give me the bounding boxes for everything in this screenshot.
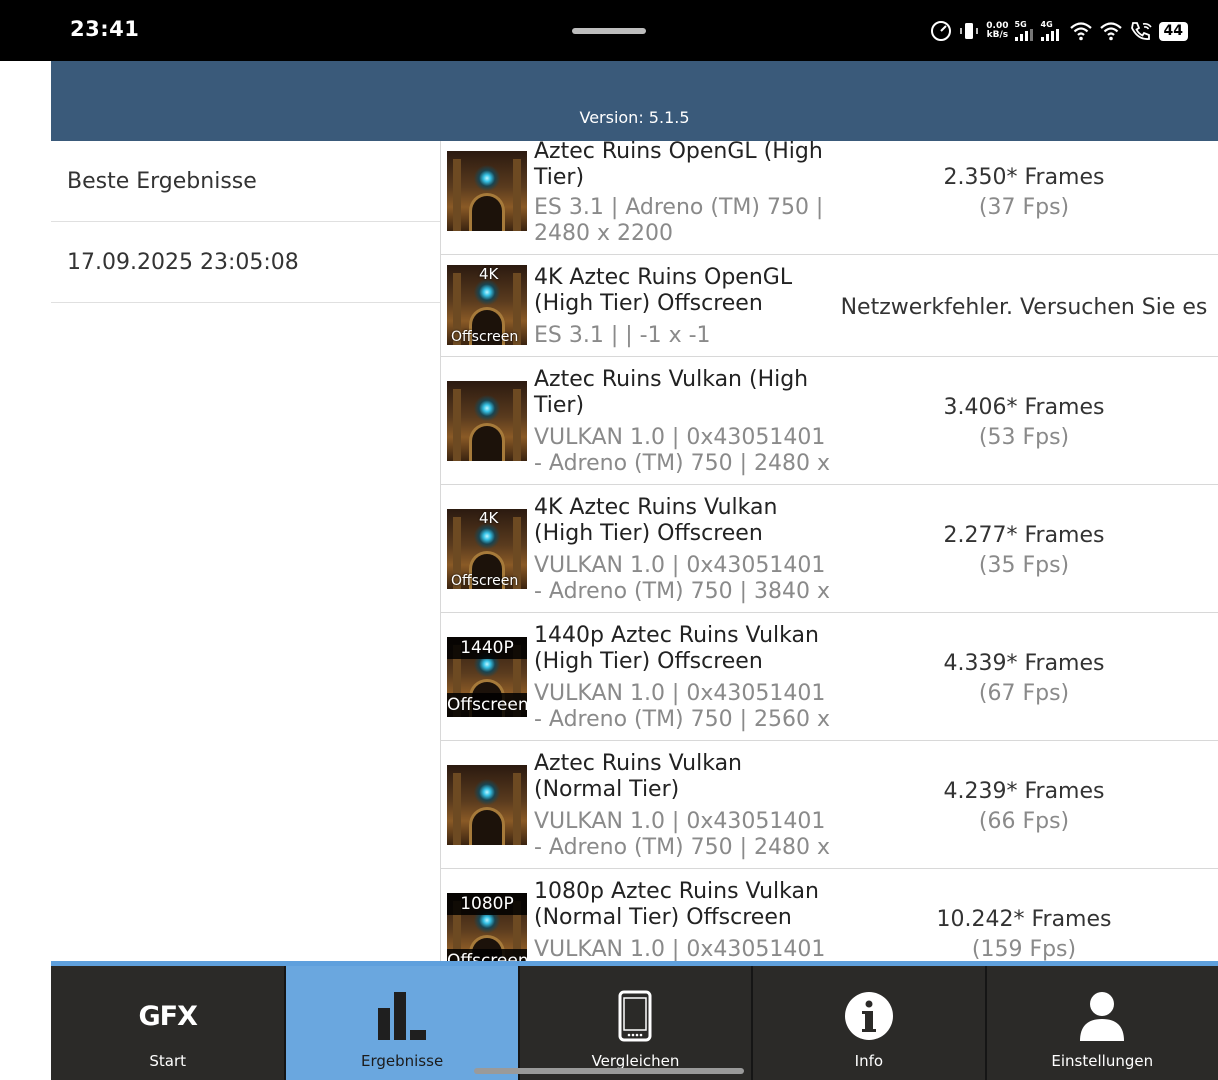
wifi-icon	[1069, 21, 1093, 41]
tab-label: Info	[854, 1052, 884, 1070]
results-sidebar: Beste Ergebnisse 17.09.2025 23:05:08	[51, 141, 440, 961]
app-header: Version: 5.1.5	[51, 61, 1218, 141]
net-rate: 0.00 kB/s	[986, 22, 1008, 40]
tab-info[interactable]: Info	[751, 966, 984, 1080]
result-title: Aztec Ruins Vulkan (Normal Tier)	[534, 751, 742, 802]
result-details: ES 3.1 | Adreno (TM) 750 | 2480 x 2200	[534, 195, 824, 246]
result-row[interactable]: 1080P Offscreen 1080p Aztec Ruins Vulkan…	[441, 869, 1218, 961]
bar-chart-icon	[286, 988, 517, 1044]
benchmark-thumbnail: 4K Offscreen	[447, 265, 527, 345]
result-fps: (35 Fps)	[978, 553, 1070, 578]
result-fps: (37 Fps)	[978, 195, 1070, 220]
benchmark-thumbnail	[447, 151, 527, 231]
vibrate-icon	[958, 20, 980, 42]
thumbnail-badge-top: 4K	[479, 509, 499, 527]
info-icon	[753, 988, 984, 1044]
thumbnail-badge-bottom: Offscreen	[451, 329, 519, 345]
sidebar-item-session[interactable]: 17.09.2025 23:05:08	[51, 222, 440, 303]
speedometer-icon	[930, 20, 952, 42]
wifi-call-icon	[1129, 20, 1153, 42]
battery-icon: 44	[1158, 21, 1188, 41]
version-label: Version: 5.1.5	[579, 108, 690, 127]
sidebar-item-label: Beste Ergebnisse	[67, 168, 257, 194]
result-score: 2.350* Frames	[943, 165, 1105, 190]
thumbnail-badge-top: 1080P	[447, 893, 527, 915]
phone-icon	[520, 988, 751, 1044]
user-icon	[987, 988, 1218, 1044]
signal-icon	[1014, 29, 1033, 41]
status-time: 23:41	[70, 17, 140, 41]
result-row[interactable]: 4K Offscreen 4K Aztec Ruins OpenGL (High …	[441, 255, 1218, 357]
tab-label: Einstellungen	[1051, 1052, 1154, 1070]
thumbnail-badge-bottom: Offscreen	[451, 573, 519, 589]
sim1-tag: 5G	[1014, 20, 1027, 29]
result-details: VULKAN 1.0 | 0x43051401- Adreno (TM) 750…	[534, 425, 831, 476]
result-row[interactable]: Aztec Ruins OpenGL (High Tier) ES 3.1 | A…	[441, 141, 1218, 255]
result-details: VULKAN 1.0 | 0x43051401- Adreno (TM) 750…	[534, 681, 831, 732]
status-icons: 0.00 kB/s 5G 4G 44	[930, 16, 1188, 46]
result-row[interactable]: 1440P Offscreen 1440p Aztec Ruins Vulkan…	[441, 613, 1218, 741]
result-score: 4.339* Frames	[943, 651, 1105, 676]
status-bar: 23:41 0.00 kB/s 5G 4G 44	[0, 0, 1218, 61]
result-score: 3.406* Frames	[943, 395, 1105, 420]
bottom-nav: GFX Start Ergebnisse Vergleichen Info Ei…	[51, 966, 1218, 1080]
home-indicator[interactable]	[474, 1068, 744, 1074]
thumbnail-badge-top: 4K	[479, 265, 499, 283]
result-score: 4.239* Frames	[943, 779, 1105, 804]
result-title: 4K Aztec Ruins Vulkan (High Tier) Offscre…	[534, 495, 778, 546]
result-details: VULKAN 1.0 | 0x43051401- Adreno (TM) 750…	[534, 809, 831, 860]
wifi-icon	[1099, 21, 1123, 41]
sidebar-item-label: 17.09.2025 23:05:08	[67, 249, 299, 275]
thumbnail-badge-bottom: Offscreen	[447, 693, 527, 717]
result-fps: (159 Fps)	[971, 937, 1077, 961]
result-score: 10.242* Frames	[936, 907, 1112, 932]
result-fps: (53 Fps)	[978, 425, 1070, 450]
result-score: 2.277* Frames	[943, 523, 1105, 548]
result-details: VULKAN 1.0 | 0x43051401- Adreno (TM) 750…	[534, 553, 831, 604]
net-rate-unit: kB/s	[986, 30, 1009, 40]
result-title: 1440p Aztec Ruins Vulkan (High Tier) Offs…	[534, 623, 819, 674]
result-details: ES 3.1 | | -1 x -1	[534, 323, 711, 348]
tab-settings[interactable]: Einstellungen	[984, 966, 1218, 1080]
sidebar-item-best-results[interactable]: Beste Ergebnisse	[51, 141, 440, 222]
tab-label: Start	[149, 1052, 187, 1070]
sim1-signal: 5G	[1014, 20, 1035, 41]
benchmark-thumbnail	[447, 765, 527, 845]
gfx-logo-icon: GFX	[51, 988, 284, 1044]
benchmark-thumbnail: 4K Offscreen	[447, 509, 527, 589]
sim2-tag: 4G	[1040, 20, 1053, 29]
thumbnail-badge-top: 1440P	[447, 637, 527, 659]
benchmark-thumbnail	[447, 381, 527, 461]
result-details: VULKAN 1.0 | 0x43051401	[534, 937, 826, 961]
tab-start[interactable]: GFX Start	[51, 966, 284, 1080]
benchmark-thumbnail: 1440P Offscreen	[447, 637, 527, 717]
result-fps: (66 Fps)	[978, 809, 1070, 834]
result-fps: (67 Fps)	[978, 681, 1070, 706]
result-title: 4K Aztec Ruins OpenGL (High Tier) Offscre…	[534, 265, 793, 316]
tab-compare[interactable]: Vergleichen	[517, 966, 751, 1080]
battery-level: 44	[1158, 21, 1188, 41]
result-row[interactable]: Aztec Ruins Vulkan (Normal Tier) VULKAN 1…	[441, 741, 1218, 869]
signal-icon	[1040, 29, 1059, 41]
thumbnail-badge-bottom: Offscreen	[447, 949, 527, 961]
result-title: 1080p Aztec Ruins Vulkan (Normal Tier) Of…	[534, 879, 819, 930]
sim2-signal: 4G	[1040, 20, 1063, 41]
results-list[interactable]: Aztec Ruins OpenGL (High Tier) ES 3.1 | A…	[441, 141, 1218, 961]
gfx-logo: GFX	[138, 1000, 197, 1032]
result-row[interactable]: 4K Offscreen 4K Aztec Ruins Vulkan (High …	[441, 485, 1218, 613]
result-title: Aztec Ruins OpenGL (High Tier)	[534, 141, 823, 190]
tab-results[interactable]: Ergebnisse	[284, 966, 518, 1080]
notch-pill	[572, 28, 646, 34]
benchmark-thumbnail: 1080P Offscreen	[447, 893, 527, 961]
result-row[interactable]: Aztec Ruins Vulkan (High Tier) VULKAN 1.0…	[441, 357, 1218, 485]
result-error: Netzwerkfehler. Versuchen Sie es	[840, 295, 1208, 320]
result-title: Aztec Ruins Vulkan (High Tier)	[534, 367, 809, 418]
app-screen: 23:41 0.00 kB/s 5G 4G 44 Version: 5.1.5 …	[0, 0, 1218, 1080]
